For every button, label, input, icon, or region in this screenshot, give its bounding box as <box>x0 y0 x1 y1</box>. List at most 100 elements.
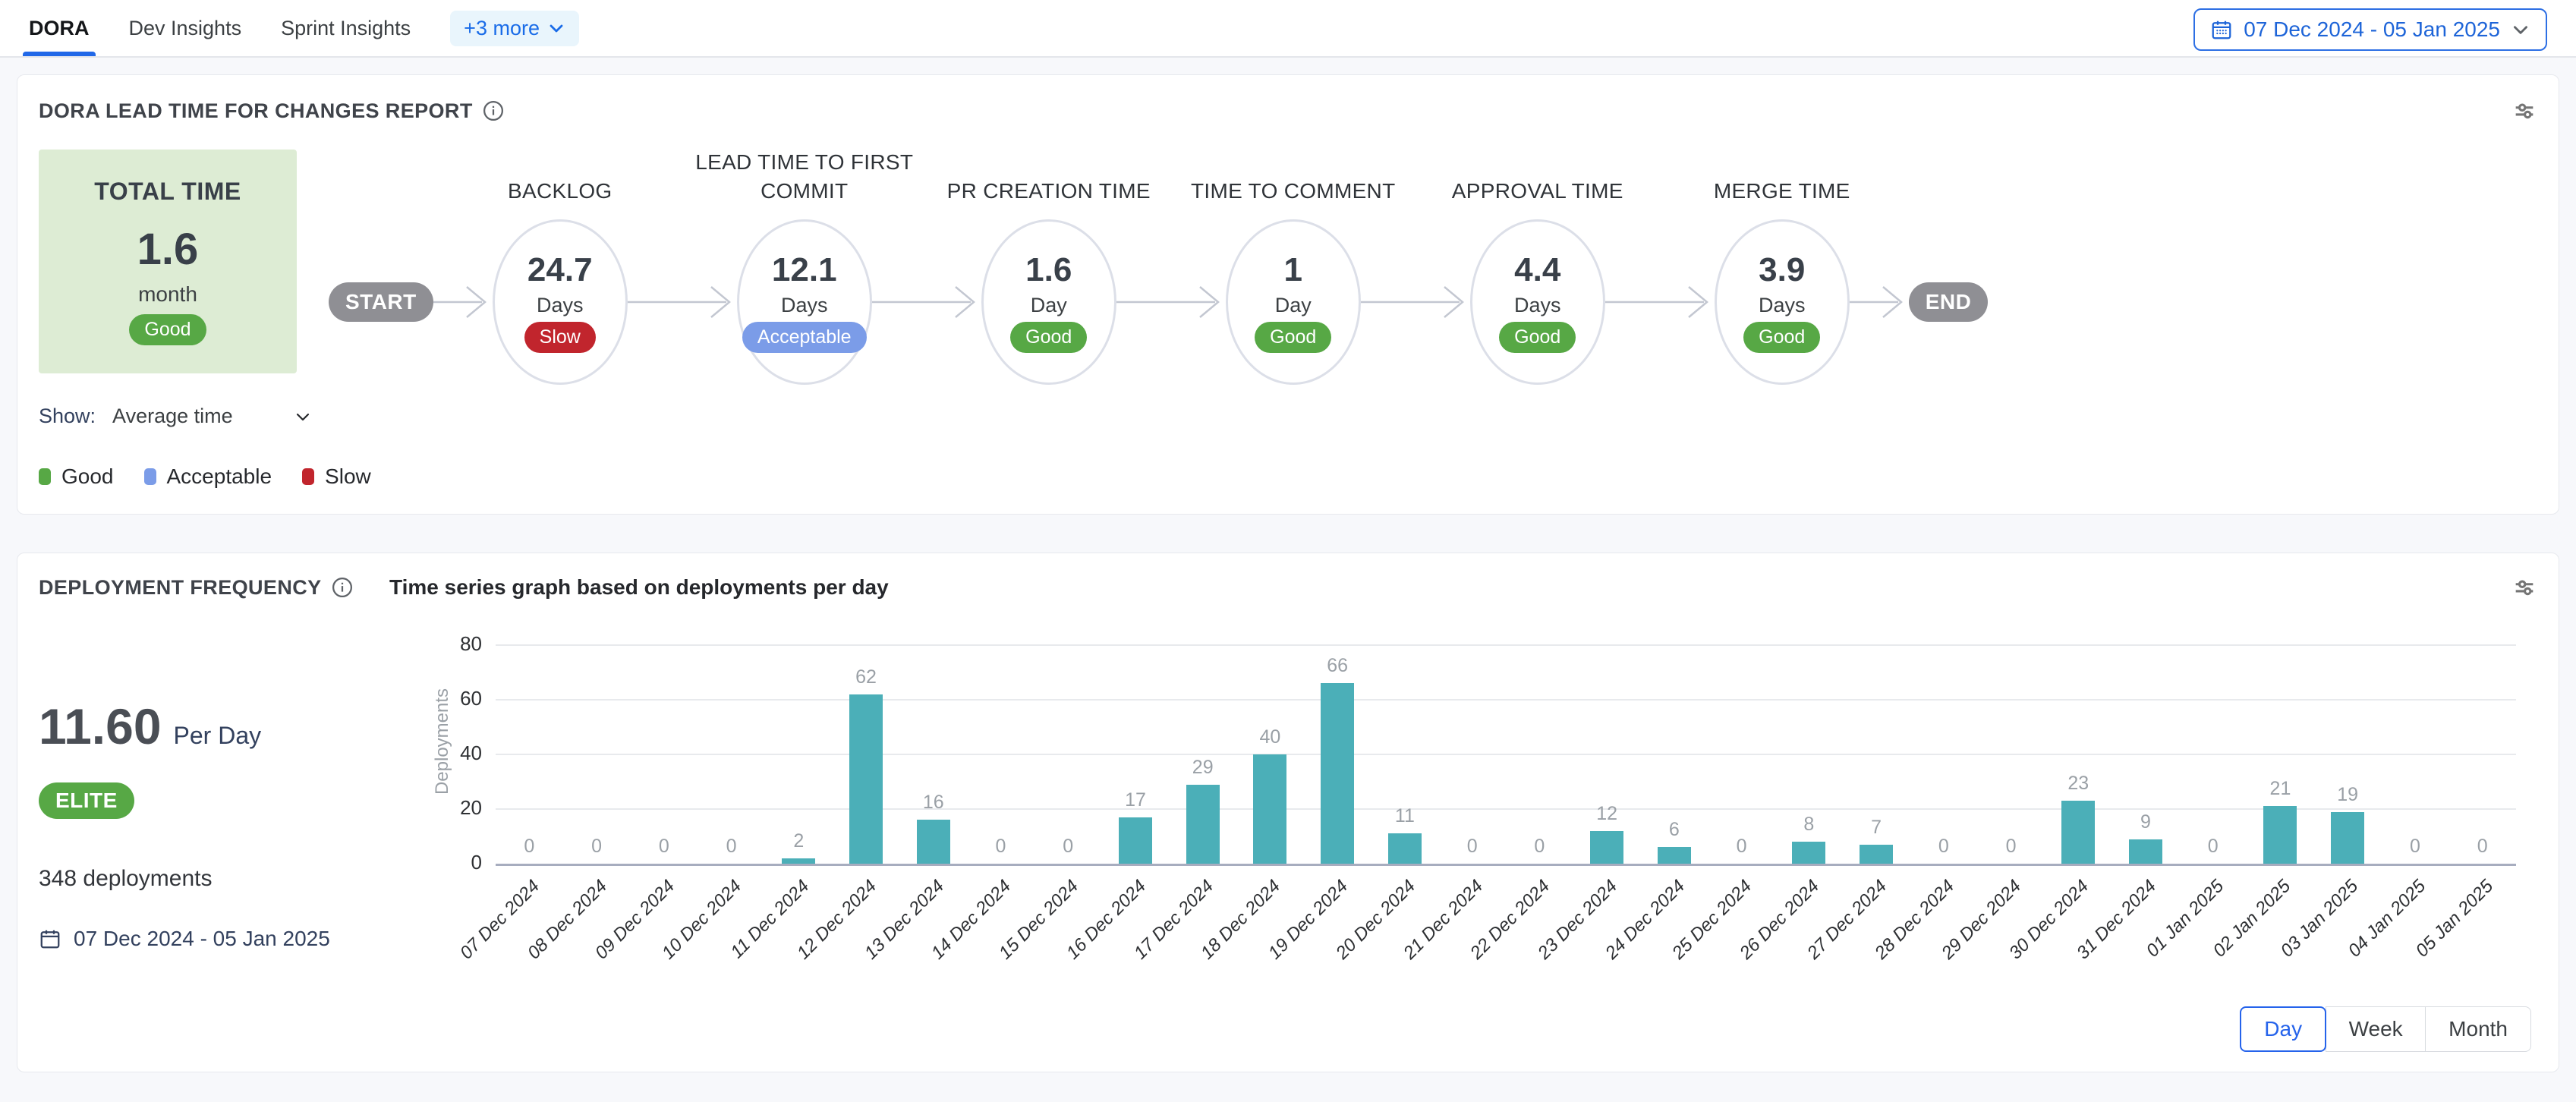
bar-cell: 826 Dec 2024 <box>1775 647 1843 864</box>
bar-value-label: 9 <box>2140 811 2151 833</box>
lead-time-card-title: DORA LEAD TIME FOR CHANGES REPORT <box>39 99 473 123</box>
bar-value-label: 0 <box>591 836 602 858</box>
deployment-bar <box>2061 801 2095 864</box>
stage-merge-time: MERGE TIME3.9DaysGood <box>1715 219 1850 385</box>
stage-circle: 1DayGood <box>1226 219 1361 385</box>
more-tabs-chip[interactable]: +3 more <box>450 11 579 46</box>
bar-cell: 1903 Jan 2025 <box>2314 647 2382 864</box>
stage-value: 1 <box>1284 251 1302 289</box>
bar-value-label: 2 <box>793 830 804 852</box>
deployment-rate-value: 11.60 <box>39 697 162 755</box>
bar-cell: 009 Dec 2024 <box>630 647 698 864</box>
bar-value-label: 21 <box>2270 778 2291 800</box>
tab-label: DORA <box>29 17 90 40</box>
deployment-bar <box>1186 785 1220 864</box>
flow-arrow <box>872 281 981 323</box>
stage-time-to-comment: TIME TO COMMENT1DayGood <box>1226 219 1361 385</box>
legend-swatch <box>302 468 314 485</box>
bar-cell: 007 Dec 2024 <box>496 647 563 864</box>
legend-item-good: Good <box>39 464 114 489</box>
bar-value-label: 29 <box>1192 757 1214 779</box>
active-tab-underline <box>23 52 96 56</box>
deployment-bar <box>1321 683 1354 864</box>
bar-cell: 931 Dec 2024 <box>2112 647 2180 864</box>
stage-unit: Days <box>781 294 828 317</box>
deployment-rate-unit: Per Day <box>174 722 262 750</box>
bar-series: 007 Dec 2024008 Dec 2024009 Dec 2024010 … <box>496 647 2516 864</box>
info-icon[interactable] <box>331 576 354 599</box>
tab-sprint-insights[interactable]: Sprint Insights <box>281 0 411 56</box>
stage-unit: Days <box>1759 294 1806 317</box>
bar-value-label: 12 <box>1596 803 1617 825</box>
legend-label: Acceptable <box>167 464 272 489</box>
stage-circle: 12.1DaysAcceptable <box>737 219 872 385</box>
stage-label: APPROVAL TIME <box>1420 177 1655 206</box>
chart-settings-icon[interactable] <box>2511 98 2537 124</box>
stage-approval-time: APPROVAL TIME4.4DaysGood <box>1470 219 1605 385</box>
bar-value-label: 19 <box>2337 784 2358 806</box>
bar-cell: 2917 Dec 2024 <box>1169 647 1236 864</box>
chevron-down-icon <box>294 408 312 426</box>
granularity-toggle: DayWeekMonth <box>2240 1006 2531 1052</box>
stage-label: TIME TO COMMENT <box>1176 177 1411 206</box>
total-time-status-badge: Good <box>129 314 206 345</box>
deployment-bar <box>2331 812 2364 864</box>
bar-value-label: 0 <box>1467 836 1478 858</box>
deployment-bar <box>1253 754 1286 864</box>
info-icon[interactable] <box>482 99 505 122</box>
bar-value-label: 0 <box>2208 836 2219 858</box>
deployment-bar <box>917 820 950 864</box>
legend-item-acceptable: Acceptable <box>144 464 272 489</box>
total-time-label: TOTAL TIME <box>94 178 241 206</box>
y-axis-tick: 0 <box>436 851 482 874</box>
tab-dev-insights[interactable]: Dev Insights <box>129 0 242 56</box>
legend-label: Good <box>61 464 114 489</box>
bar-value-label: 0 <box>524 836 534 858</box>
deployment-title-wrap: DEPLOYMENT FREQUENCY <box>39 576 389 600</box>
deployment-bar <box>782 858 815 864</box>
stage-unit: Day <box>1275 294 1312 317</box>
bar-cell: 010 Dec 2024 <box>698 647 765 864</box>
stage-pr-creation-time: PR CREATION TIME1.6DayGood <box>981 219 1116 385</box>
bar-cell: 014 Dec 2024 <box>967 647 1034 864</box>
flow-start-pill: START <box>329 282 433 322</box>
toggle-month-button[interactable]: Month <box>2425 1006 2531 1052</box>
bar-cell: 1716 Dec 2024 <box>1102 647 1170 864</box>
stage-label: MERGE TIME <box>1664 177 1900 206</box>
stage-circle: 1.6DayGood <box>981 219 1116 385</box>
bar-value-label: 0 <box>2410 836 2420 858</box>
bar-cell: 727 Dec 2024 <box>1843 647 1910 864</box>
deployment-chart: Deployments 020406080007 Dec 2024008 Dec… <box>382 647 2516 951</box>
bar-cell: 015 Dec 2024 <box>1034 647 1102 864</box>
stage-unit: Day <box>1031 294 1067 317</box>
stage-unit: Days <box>537 294 584 317</box>
deployment-card-title: DEPLOYMENT FREQUENCY <box>39 576 322 600</box>
toggle-day-button[interactable]: Day <box>2240 1006 2326 1052</box>
bar-cell: 1613 Dec 2024 <box>899 647 967 864</box>
deployment-frequency-card: DEPLOYMENT FREQUENCY Time series graph b… <box>17 553 2559 1072</box>
deployment-bar <box>849 694 883 864</box>
deployment-date-range-label: 07 Dec 2024 - 05 Jan 2025 <box>74 927 330 951</box>
stage-circle: 24.7DaysSlow <box>493 219 628 385</box>
y-axis-tick: 60 <box>436 687 482 710</box>
chart-settings-icon[interactable] <box>2511 575 2537 600</box>
y-axis-tick: 20 <box>436 796 482 820</box>
bar-cell: 028 Dec 2024 <box>1910 647 1977 864</box>
bar-value-label: 0 <box>1063 836 1073 858</box>
stage-label: PR CREATION TIME <box>931 177 1167 206</box>
total-time-box: TOTAL TIME 1.6 month Good <box>39 150 297 373</box>
flow-arrow <box>433 281 493 323</box>
deployment-bar <box>1658 847 1691 864</box>
date-range-picker[interactable]: 07 Dec 2024 - 05 Jan 2025 <box>2193 8 2547 51</box>
bar-value-label: 8 <box>1803 814 1814 836</box>
bar-cell: 6619 Dec 2024 <box>1304 647 1371 864</box>
flow-arrow <box>1605 281 1715 323</box>
deployment-bar <box>1860 845 1893 864</box>
toggle-week-button[interactable]: Week <box>2326 1006 2426 1052</box>
bar-cell: 2102 Jan 2025 <box>2247 647 2314 864</box>
show-metric-dropdown[interactable]: Average time <box>112 405 312 428</box>
tab-dora[interactable]: DORA <box>29 0 90 56</box>
stage-status-badge: Good <box>1010 322 1087 353</box>
stage-backlog: BACKLOG24.7DaysSlow <box>493 219 628 385</box>
stage-value: 24.7 <box>527 251 593 289</box>
